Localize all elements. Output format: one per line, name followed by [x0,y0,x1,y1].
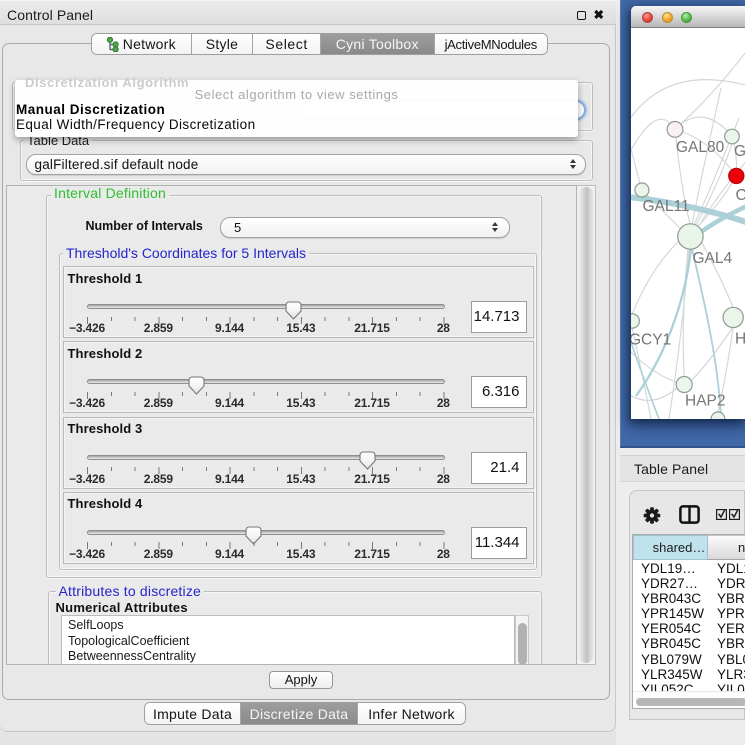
svg-text:GAL11: GAL11 [643,198,690,215]
svg-text:H: H [735,330,745,347]
svg-text:GAL4: GAL4 [693,250,733,267]
svg-text:GAL80: GAL80 [676,139,725,156]
svg-text:GA: GA [734,143,745,160]
svg-text:HAP2: HAP2 [685,393,726,410]
svg-text:GCY1: GCY1 [631,332,671,349]
svg-text:C: C [736,187,745,204]
